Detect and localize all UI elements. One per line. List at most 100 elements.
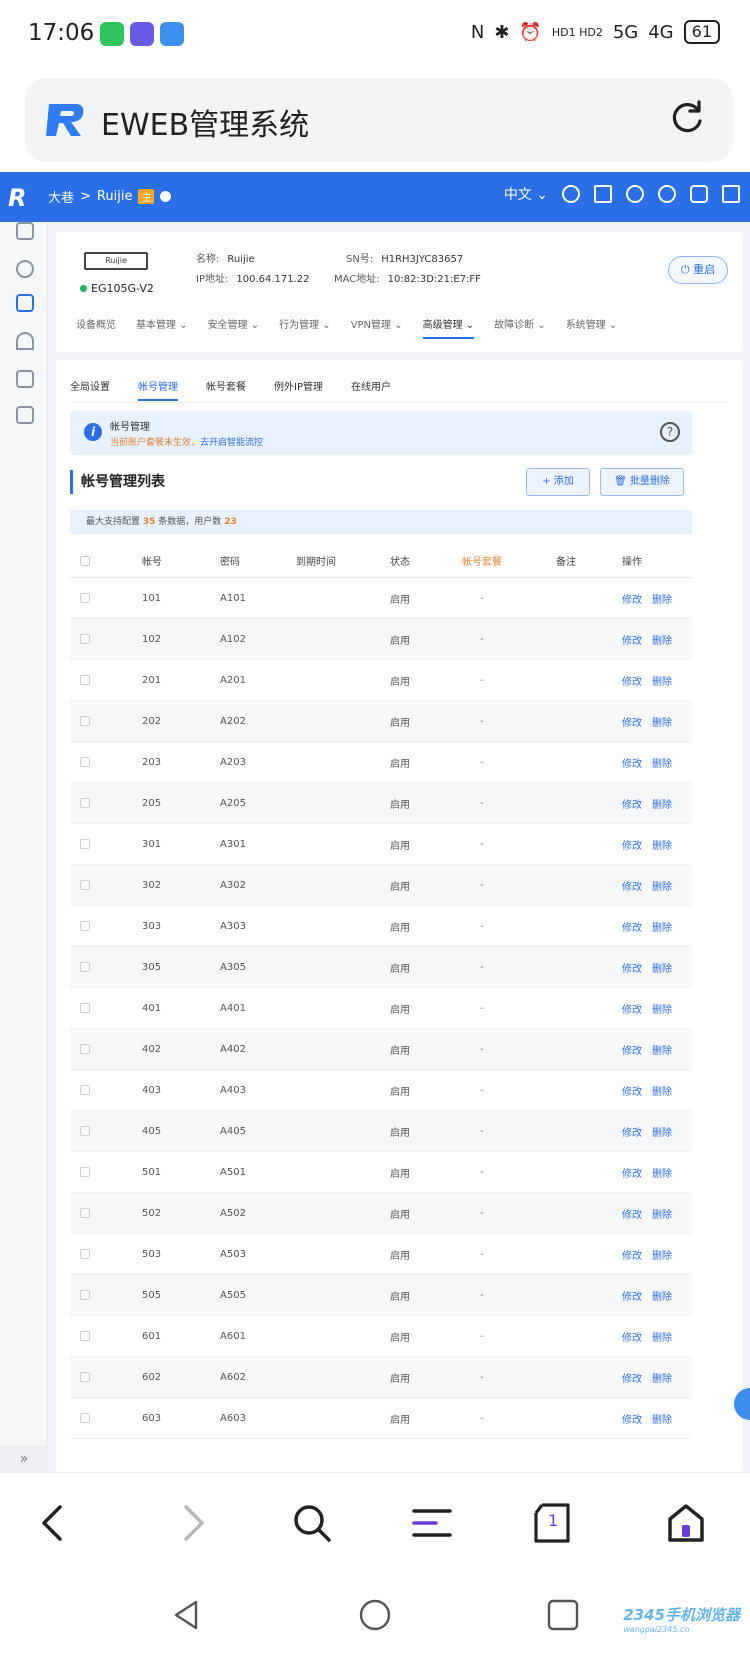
- edit-link[interactable]: 修改: [622, 837, 642, 852]
- edit-link[interactable]: 修改: [622, 632, 642, 647]
- row-checkbox[interactable]: [80, 578, 92, 618]
- edit-link[interactable]: 修改: [622, 591, 642, 606]
- delete-link[interactable]: 删除: [652, 1288, 672, 1303]
- delete-link[interactable]: 删除: [652, 960, 672, 975]
- row-checkbox[interactable]: [80, 824, 92, 864]
- qrcode-icon[interactable]: [594, 185, 612, 203]
- edit-link[interactable]: 修改: [622, 1083, 642, 1098]
- edit-link[interactable]: 修改: [622, 1370, 642, 1385]
- reload-icon[interactable]: [665, 96, 709, 140]
- edit-link[interactable]: 修改: [622, 1206, 642, 1221]
- app-logo[interactable]: R: [8, 184, 26, 212]
- reboot-button[interactable]: ⏻ 重启: [668, 256, 728, 284]
- header-package[interactable]: 帐号套餐: [462, 544, 502, 577]
- system-home-icon[interactable]: [358, 1598, 392, 1632]
- logout-icon[interactable]: [722, 185, 740, 203]
- language-select[interactable]: 中文 ⌄: [504, 184, 548, 204]
- delete-link[interactable]: 删除: [652, 1001, 672, 1016]
- wifi-icon[interactable]: [16, 332, 34, 350]
- row-checkbox[interactable]: [80, 1357, 92, 1397]
- row-checkbox[interactable]: [80, 1398, 92, 1438]
- delete-link[interactable]: 删除: [652, 714, 672, 729]
- delete-link[interactable]: 删除: [652, 878, 672, 893]
- topology-icon[interactable]: [16, 222, 34, 240]
- delete-link[interactable]: 删除: [652, 1042, 672, 1057]
- delete-link[interactable]: 删除: [652, 755, 672, 770]
- edit-link[interactable]: 修改: [622, 714, 642, 729]
- delete-link[interactable]: 删除: [652, 1165, 672, 1180]
- select-all-checkbox[interactable]: [80, 544, 92, 577]
- row-checkbox[interactable]: [80, 1316, 92, 1356]
- edit-link[interactable]: 修改: [622, 1042, 642, 1057]
- edit-link[interactable]: 修改: [622, 960, 642, 975]
- edit-link[interactable]: 修改: [622, 1001, 642, 1016]
- nav-vpn[interactable]: VPN管理 ⌄: [351, 316, 403, 339]
- delete-link[interactable]: 删除: [652, 1124, 672, 1139]
- edit-link[interactable]: 修改: [622, 673, 642, 688]
- row-checkbox[interactable]: [80, 1234, 92, 1274]
- edit-link[interactable]: 修改: [622, 878, 642, 893]
- delete-link[interactable]: 删除: [652, 796, 672, 811]
- edit-link[interactable]: 修改: [622, 755, 642, 770]
- row-checkbox[interactable]: [80, 947, 92, 987]
- row-checkbox[interactable]: [80, 783, 92, 823]
- row-checkbox[interactable]: [80, 660, 92, 700]
- row-checkbox[interactable]: [80, 1111, 92, 1151]
- expand-sidebar-button[interactable]: »: [0, 1446, 48, 1472]
- row-checkbox[interactable]: [80, 619, 92, 659]
- row-checkbox[interactable]: [80, 1070, 92, 1110]
- row-checkbox[interactable]: [80, 1029, 92, 1069]
- delete-link[interactable]: 删除: [652, 1083, 672, 1098]
- notification-icon[interactable]: [690, 185, 708, 203]
- edit-link[interactable]: 修改: [622, 1165, 642, 1180]
- batch-delete-button[interactable]: 🗑 批量删除: [600, 468, 684, 496]
- delete-link[interactable]: 删除: [652, 919, 672, 934]
- nav-diagnostics[interactable]: 故障诊断 ⌄: [494, 316, 546, 339]
- enable-flow-control-link[interactable]: 去开启智能流控: [200, 438, 263, 448]
- delete-link[interactable]: 删除: [652, 632, 672, 647]
- device-icon[interactable]: [16, 370, 34, 388]
- tab-account-package[interactable]: 帐号套餐: [206, 378, 246, 401]
- network-icon[interactable]: [626, 185, 644, 203]
- edit-link[interactable]: 修改: [622, 796, 642, 811]
- edit-link[interactable]: 修改: [622, 1411, 642, 1426]
- tab-online-users[interactable]: 在线用户: [351, 378, 391, 401]
- delete-link[interactable]: 删除: [652, 1247, 672, 1262]
- user-icon[interactable]: [16, 260, 34, 278]
- system-back-icon[interactable]: [170, 1598, 204, 1632]
- system-recents-icon[interactable]: [546, 1598, 580, 1632]
- tab-global-settings[interactable]: 全局设置: [70, 378, 110, 401]
- edit-link[interactable]: 修改: [622, 919, 642, 934]
- breadcrumb-home[interactable]: 大巷: [48, 187, 74, 206]
- nav-overview[interactable]: 设备概览: [76, 316, 116, 339]
- settings-icon[interactable]: [16, 406, 34, 424]
- help-icon[interactable]: ?: [660, 422, 680, 442]
- home-icon[interactable]: [664, 1501, 708, 1545]
- row-checkbox[interactable]: [80, 1275, 92, 1315]
- back-icon[interactable]: [32, 1501, 76, 1545]
- delete-link[interactable]: 删除: [652, 1329, 672, 1344]
- edit-link[interactable]: 修改: [622, 1124, 642, 1139]
- browser-address-bar[interactable]: EWEB管理系统: [25, 78, 733, 162]
- search-icon[interactable]: [290, 1501, 334, 1545]
- row-checkbox[interactable]: [80, 906, 92, 946]
- row-checkbox[interactable]: [80, 1152, 92, 1192]
- row-checkbox[interactable]: [80, 1193, 92, 1233]
- delete-link[interactable]: 删除: [652, 1411, 672, 1426]
- forward-icon[interactable]: [170, 1501, 214, 1545]
- delete-link[interactable]: 删除: [652, 591, 672, 606]
- breadcrumb-device[interactable]: Ruijie: [97, 189, 133, 204]
- search-icon[interactable]: [658, 185, 676, 203]
- nav-behavior[interactable]: 行为管理 ⌄: [279, 316, 331, 339]
- menu-icon[interactable]: [410, 1501, 454, 1545]
- nav-security[interactable]: 安全管理 ⌄: [208, 316, 260, 339]
- nav-system[interactable]: 系统管理 ⌄: [566, 316, 618, 339]
- edit-link[interactable]: 修改: [622, 1288, 642, 1303]
- tab-exception-ip[interactable]: 例外IP管理: [274, 378, 323, 401]
- row-checkbox[interactable]: [80, 701, 92, 741]
- delete-link[interactable]: 删除: [652, 673, 672, 688]
- row-checkbox[interactable]: [80, 988, 92, 1028]
- row-checkbox[interactable]: [80, 742, 92, 782]
- cloud-icon[interactable]: [562, 185, 580, 203]
- delete-link[interactable]: 删除: [652, 1206, 672, 1221]
